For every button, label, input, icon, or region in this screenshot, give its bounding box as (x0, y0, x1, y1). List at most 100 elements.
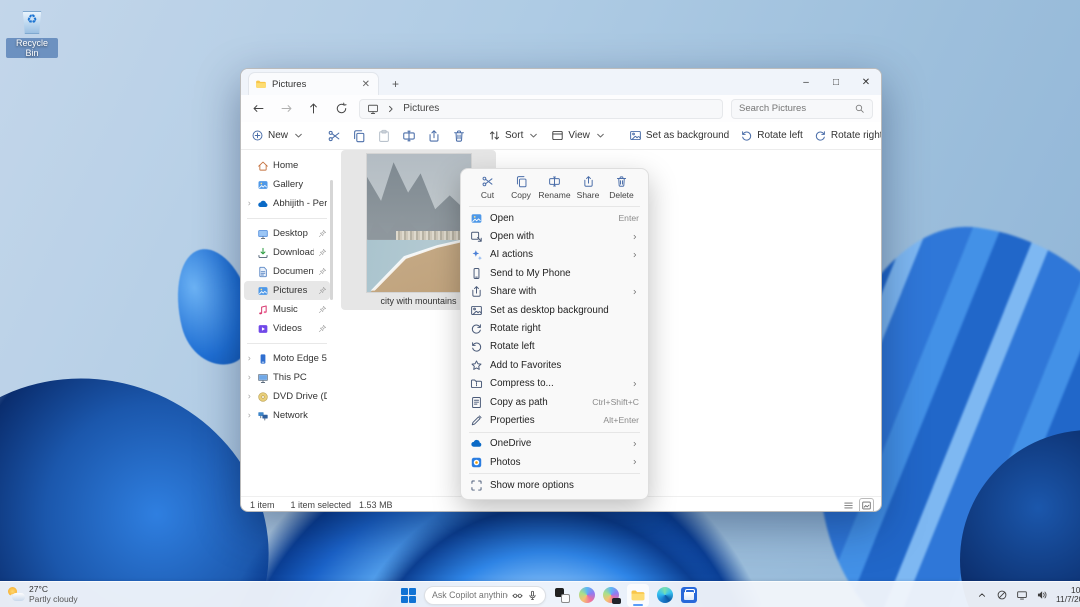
menu-item-compress-to[interactable]: Compress to... (465, 375, 644, 393)
forward-button[interactable] (277, 99, 297, 119)
sidebar-item-downloads[interactable]: Downloads (244, 243, 330, 262)
videos-icon (257, 323, 269, 335)
menu-item-share-with[interactable]: Share with (465, 283, 644, 301)
new-button[interactable]: New (251, 129, 305, 142)
delete-button[interactable] (452, 129, 466, 143)
tray-muted-icon[interactable] (996, 589, 1008, 601)
clock-date: 11/7/2025 (1056, 595, 1080, 605)
sidebar-item-gallery[interactable]: Gallery (244, 175, 330, 194)
folder-icon (255, 78, 267, 90)
m365-copilot-app-icon[interactable] (603, 587, 619, 603)
menu-item-properties[interactable]: Properties Alt+Enter (465, 411, 644, 429)
maximize-button[interactable]: □ (821, 69, 851, 95)
network-display-icon[interactable] (1016, 589, 1028, 601)
large-thumbnails-toggle[interactable] (861, 500, 872, 511)
share-icon (582, 175, 595, 188)
quick-action-share[interactable]: Share (572, 175, 605, 200)
menu-item-send-to-phone[interactable]: Send to My Phone (465, 264, 644, 282)
file-explorer-taskbar-icon[interactable] (627, 584, 649, 607)
context-menu: Cut Copy Rename Share Delete Open E (460, 168, 649, 500)
location-monitor-icon (367, 103, 379, 115)
menu-item-copy-as-path[interactable]: Copy as path Ctrl+Shift+C (465, 393, 644, 411)
explorer-tab-pictures[interactable]: Pictures ✕ (248, 72, 379, 95)
gallery-icon (257, 179, 269, 191)
submenu-chevron-icon (631, 458, 639, 466)
menu-item-photos[interactable]: Photos (465, 453, 644, 471)
speaker-icon[interactable] (1036, 589, 1048, 601)
close-button[interactable]: ✕ (851, 69, 881, 95)
sidebar-item-home[interactable]: Home (244, 156, 330, 175)
menu-item-ai-actions[interactable]: AI actions (465, 246, 644, 264)
sidebar-item-dvd-drive[interactable]: DVD Drive (D:) CCC (244, 387, 330, 406)
set-as-background-button[interactable]: Set as background (629, 129, 729, 142)
quick-action-copy[interactable]: Copy (505, 175, 538, 200)
sidebar-item-this-pc[interactable]: This PC (244, 368, 330, 387)
menu-item-onedrive[interactable]: OneDrive (465, 435, 644, 453)
list-view-toggle[interactable] (843, 500, 854, 511)
hidden-icons-chevron[interactable] (976, 589, 988, 601)
search-box[interactable] (731, 99, 873, 119)
sort-button[interactable]: Sort (488, 129, 540, 142)
tab-close-icon[interactable]: ✕ (360, 79, 372, 90)
search-input[interactable] (739, 103, 850, 114)
taskbar-weather-widget[interactable]: 27°C Partly cloudy (7, 584, 78, 604)
copilot-app-icon[interactable] (579, 587, 595, 603)
share-button[interactable] (427, 129, 441, 143)
microphone-icon[interactable] (527, 590, 538, 601)
command-bar: New Sort View Set (241, 122, 881, 150)
view-button[interactable]: View (551, 129, 607, 142)
weather-condition: Partly cloudy (29, 594, 78, 604)
minimize-button[interactable]: – (791, 69, 821, 95)
desktop: ♻ Recycle Bin Pictures ✕ + – □ ✕ (0, 0, 1080, 607)
menu-item-rotate-left[interactable]: Rotate left (465, 338, 644, 356)
shortcut-hint: Enter (618, 213, 639, 223)
rotate-right-button[interactable]: Rotate right (814, 129, 882, 142)
glasses-icon (512, 590, 523, 601)
menu-item-rotate-right[interactable]: Rotate right (465, 319, 644, 337)
menu-item-add-to-favorites[interactable]: Add to Favorites (465, 356, 644, 374)
refresh-button[interactable] (332, 99, 352, 119)
pin-icon (318, 229, 327, 238)
sidebar-item-videos[interactable]: Videos (244, 319, 330, 338)
sidebar-item-music[interactable]: Music (244, 300, 330, 319)
weather-icon (7, 586, 25, 602)
copy-button[interactable] (352, 129, 366, 143)
chevron-right-icon (246, 200, 253, 207)
address-bar[interactable]: Pictures (359, 99, 723, 119)
sidebar-item-documents[interactable]: Documents (244, 262, 330, 281)
sidebar-item-desktop[interactable]: Desktop (244, 224, 330, 243)
rotate-left-button[interactable]: Rotate left (740, 129, 803, 142)
paste-button[interactable] (377, 129, 391, 143)
quick-action-rename[interactable]: Rename (538, 175, 571, 200)
set-as-background-label: Set as background (646, 130, 729, 141)
menu-item-open-with[interactable]: Open with (465, 227, 644, 245)
item-count: 1 item (250, 500, 275, 510)
quick-action-cut[interactable]: Cut (471, 175, 504, 200)
copilot-search-box[interactable] (424, 586, 546, 605)
recycle-bin-label: Recycle Bin (6, 38, 58, 58)
breadcrumb-location[interactable]: Pictures (403, 103, 439, 114)
quick-action-delete[interactable]: Delete (605, 175, 638, 200)
microsoft-store-icon[interactable] (681, 587, 697, 603)
back-button[interactable] (249, 99, 269, 119)
up-button[interactable] (304, 99, 324, 119)
sidebar-item-pictures[interactable]: Pictures (244, 281, 330, 300)
task-view-button[interactable] (554, 587, 571, 604)
edge-browser-icon[interactable] (657, 587, 673, 603)
rename-button[interactable] (402, 129, 416, 143)
dvd-disc-icon (257, 391, 269, 403)
new-tab-button[interactable]: + (387, 77, 404, 91)
taskbar-clock[interactable]: 10:21 11/7/2025 (1056, 586, 1080, 605)
menu-item-set-desktop-background[interactable]: Set as desktop background (465, 301, 644, 319)
copilot-search-input[interactable] (432, 590, 508, 600)
sidebar-item-network[interactable]: Network (244, 406, 330, 425)
pin-icon (318, 305, 327, 314)
menu-item-open[interactable]: Open Enter (465, 209, 644, 227)
menu-item-show-more-options[interactable]: Show more options (465, 476, 644, 494)
rotate-left-icon (470, 340, 483, 353)
sidebar-item-phone[interactable]: Moto Edge 50 Neo (244, 349, 330, 368)
sidebar-item-onedrive-personal[interactable]: Abhijith - Personal (244, 194, 330, 213)
start-button[interactable] (401, 588, 416, 603)
recycle-bin-shortcut[interactable]: ♻ Recycle Bin (6, 8, 58, 59)
cut-button[interactable] (327, 129, 341, 143)
